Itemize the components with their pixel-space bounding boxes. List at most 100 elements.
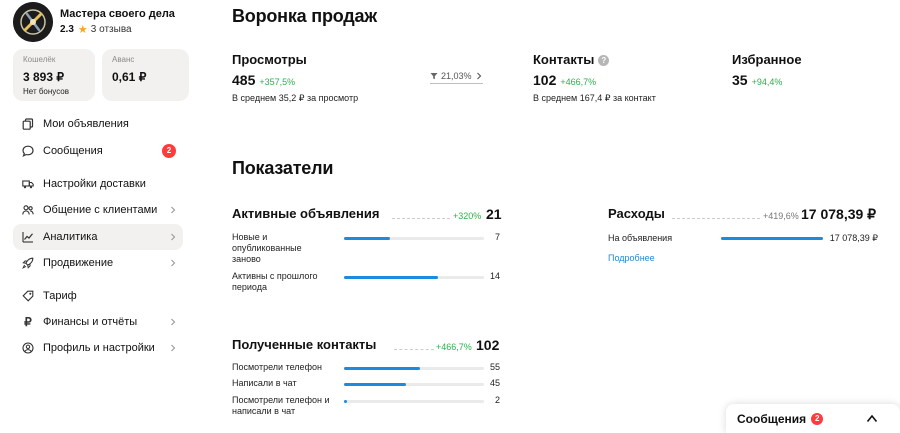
sidebar-item-label: Настройки доставки [43, 178, 146, 190]
expenses-delta: +419,6% [763, 211, 799, 221]
funnel-title: Воронка продаж [232, 6, 377, 26]
sidebar-item-label: Финансы и отчёты [43, 316, 138, 328]
bar-fill [344, 383, 406, 386]
sidebar-item-my-ads[interactable]: Мои объявления [13, 111, 183, 137]
filter-icon [430, 73, 438, 80]
favorites-value: 35 [732, 72, 748, 88]
more-details-link[interactable]: Подробнее [608, 253, 655, 263]
messages-popup-label: Сообщения [737, 411, 807, 426]
metric-row-value: 2 [494, 395, 500, 405]
profile-name[interactable]: Мастера своего дела [60, 7, 175, 21]
wallet-cards: Кошелёк 3 893 ₽ Нет бонусов Аванс 0,61 ₽ [13, 49, 189, 101]
wallet-bonus-note: Нет бонусов [23, 87, 69, 96]
sidebar-item-finance-reports[interactable]: ₽ Финансы и отчёты [13, 309, 183, 335]
favorites-delta: +94,4% [751, 77, 783, 87]
chevron-up-icon[interactable] [866, 414, 878, 423]
active-ads-title: Активные объявления [232, 206, 380, 221]
chevron-right-icon [171, 344, 176, 352]
received-contacts-total: 102 [476, 337, 500, 353]
sidebar-item-label: Аналитика [43, 231, 98, 243]
tag-icon [22, 290, 34, 302]
funnel-contacts: Контакты ? 102 +466,7% В среднем 167,4 ₽… [533, 52, 656, 104]
sidebar-item-profile-settings[interactable]: Профиль и настройки [13, 335, 183, 361]
bar-track [721, 237, 823, 240]
bar-track [344, 400, 484, 403]
bar-fill [344, 400, 347, 403]
bar-fill [344, 237, 391, 240]
bar-track [344, 237, 484, 240]
help-icon[interactable]: ? [598, 54, 610, 66]
truck-icon [22, 178, 34, 190]
bar-fill [344, 276, 438, 279]
conversion-rate-value: 21,03% [441, 71, 472, 81]
user-icon [22, 342, 34, 354]
wallet-card[interactable]: Кошелёк 3 893 ₽ Нет бонусов [13, 49, 95, 101]
messages-popup-badge: 2 [811, 412, 824, 425]
metric-row-value: 55 [489, 362, 500, 372]
metric-row-value: 17 078,39 ₽ [829, 233, 878, 243]
star-icon: ★ [77, 24, 88, 36]
chevron-right-icon [171, 233, 176, 241]
contacts-value: 102 [533, 72, 557, 88]
rocket-icon [22, 257, 34, 269]
metric-row-label: Активны с прошлого периода [232, 271, 318, 292]
people-icon [22, 204, 34, 216]
favorites-title: Избранное [732, 52, 802, 67]
sidebar-item-promotion[interactable]: Продвижение [13, 250, 183, 276]
chevron-right-icon [171, 259, 176, 267]
unread-badge: 2 [162, 144, 176, 158]
contacts-average-cost: В среднем 167,4 ₽ за контакт [533, 93, 656, 103]
metric-row-label: Новые и опубликованные заново [232, 232, 302, 264]
section-divider [394, 349, 434, 350]
bar-fill [721, 237, 823, 240]
chevron-right-icon [171, 318, 176, 326]
avatar[interactable] [13, 2, 53, 42]
bar-fill [344, 367, 420, 370]
advance-balance: 0,61 ₽ [112, 70, 147, 84]
chevron-right-icon [476, 72, 481, 80]
sidebar-item-client-communication[interactable]: Общение с клиентами [13, 197, 183, 223]
funnel-views: Просмотры 485 +357,5% В среднем 35,2 ₽ з… [232, 52, 358, 104]
expenses-total: 17 078,39 ₽ [801, 206, 877, 222]
advance-card[interactable]: Аванс 0,61 ₽ [102, 49, 189, 101]
metric-row-value: 7 [494, 232, 500, 242]
metric-row-value: 14 [489, 271, 500, 281]
wallet-label: Кошелёк [23, 55, 56, 64]
sidebar-item-delivery-settings[interactable]: Настройки доставки [13, 171, 183, 197]
sidebar: Мастера своего дела 2.3 ★ 3 отзыва Кошел… [0, 0, 196, 433]
profile-header[interactable]: Мастера своего дела 2.3 ★ 3 отзыва [13, 2, 175, 42]
contacts-title: Контакты [533, 52, 595, 67]
sidebar-item-messages[interactable]: Сообщения 2 [13, 138, 183, 164]
sidebar-item-label: Профиль и настройки [43, 342, 155, 354]
wallet-balance: 3 893 ₽ [23, 70, 64, 84]
rating-row: 2.3 ★ 3 отзыва [60, 23, 175, 37]
received-contacts-delta: +466,7% [436, 342, 472, 352]
views-delta: +357,5% [259, 77, 296, 87]
views-value: 485 [232, 72, 256, 88]
metric-row-label: На объявления [608, 233, 673, 243]
main-content: Воронка продаж Просмотры 485 +357,5% В с… [232, 0, 900, 433]
sidebar-item-tariff[interactable]: Тариф [13, 283, 183, 309]
sidebar-item-analytics[interactable]: Аналитика [13, 224, 183, 250]
metric-row-label: Написали в чат [232, 378, 297, 388]
sidebar-item-label: Продвижение [43, 257, 114, 269]
bar-track [344, 276, 484, 279]
contacts-delta: +466,7% [560, 77, 597, 87]
rating-value: 2.3 [60, 24, 74, 35]
reviews-link[interactable]: 3 отзыва [91, 23, 132, 37]
sidebar-item-label: Сообщения [43, 145, 103, 157]
messages-popup[interactable]: Сообщения 2 [726, 404, 900, 433]
ruble-icon: ₽ [24, 315, 32, 329]
chevron-right-icon [171, 206, 176, 214]
received-contacts-title: Полученные контакты [232, 337, 377, 352]
section-divider [392, 218, 450, 219]
metric-row-value: 45 [489, 378, 500, 388]
conversion-rate-link[interactable]: 21,03% [430, 71, 483, 84]
active-ads-total: 21 [486, 206, 502, 222]
advance-label: Аванс [112, 55, 135, 64]
sidebar-item-label: Мои объявления [43, 118, 129, 130]
sidebar-item-label: Тариф [43, 290, 77, 302]
section-divider [672, 218, 760, 219]
views-title: Просмотры [232, 52, 307, 67]
bar-track [344, 367, 484, 370]
